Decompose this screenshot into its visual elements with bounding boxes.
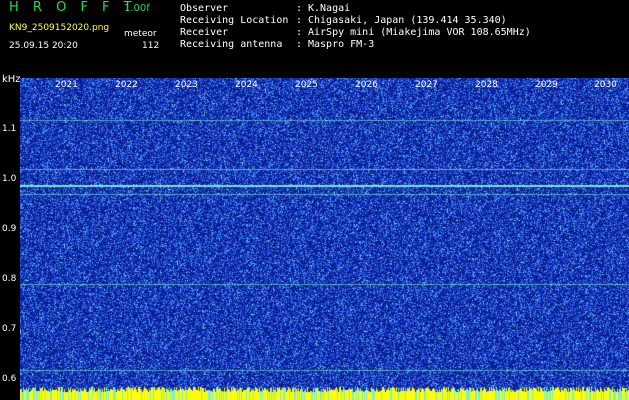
receiver-value: AirSpy mini (Miakejima VOR 108.65MHz) xyxy=(308,27,531,38)
meteor-label: meteor xyxy=(124,29,157,39)
x-tick-label: 2028 xyxy=(475,80,498,90)
app-title: H R O F F T xyxy=(9,0,137,15)
x-tick-label: 2022 xyxy=(115,80,138,90)
location-value: Chigasaki, Japan (139.414 35.340) xyxy=(308,15,507,26)
file-name: KN9_2509152020.png xyxy=(9,23,110,33)
antenna-key: Receiving antenna xyxy=(180,39,283,50)
receiver-key: Receiver xyxy=(180,27,229,38)
location-key: Receiving Location xyxy=(180,15,289,26)
y-tick-label: 0.7 xyxy=(2,324,17,334)
observer-key: Observer xyxy=(180,3,229,14)
location-sep: : xyxy=(296,15,303,26)
meteor-count: 112 xyxy=(142,41,160,51)
x-tick-label: 2027 xyxy=(415,80,438,90)
x-tick-label: 2023 xyxy=(175,80,198,90)
x-tick-label: 2025 xyxy=(295,80,318,90)
y-tick-label: 0.9 xyxy=(2,224,17,234)
x-tick-label: 2021 xyxy=(55,80,78,90)
y-tick-label: 0.8 xyxy=(2,274,17,284)
y-tick-label: 0.6 xyxy=(2,374,17,384)
x-tick-label: 2024 xyxy=(235,80,258,90)
receiver-sep: : xyxy=(296,27,303,38)
spectrogram-canvas xyxy=(20,78,629,400)
spectrogram-plot xyxy=(20,78,629,400)
observer-value: K.Nagai xyxy=(308,3,351,14)
antenna-value: Maspro FM-3 xyxy=(308,39,375,50)
y-tick-label: 1.1 xyxy=(2,124,17,134)
antenna-sep: : xyxy=(296,39,303,50)
y-tick-label: 1.0 xyxy=(2,174,17,184)
y-axis-unit: kHz xyxy=(2,74,21,85)
header-panel: H R O F F T 1.00f KN9_2509152020.png met… xyxy=(0,0,629,78)
x-tick-label: 2029 xyxy=(535,80,558,90)
x-tick-label: 2030 xyxy=(594,80,617,90)
x-tick-label: 2026 xyxy=(355,80,378,90)
capture-datetime: 25.09.15 20:20 xyxy=(9,41,78,51)
observer-sep: : xyxy=(296,3,303,14)
app-version: 1.00f xyxy=(124,3,150,14)
